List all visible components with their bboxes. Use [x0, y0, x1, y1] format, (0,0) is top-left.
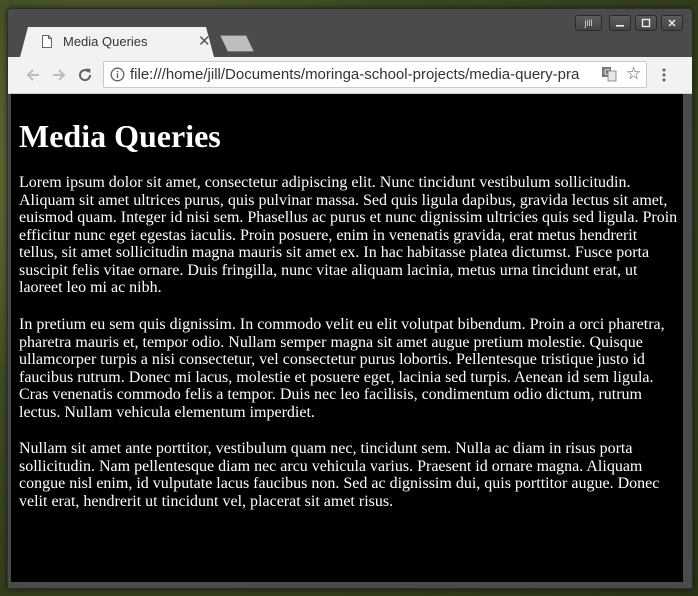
- paragraph-3: Nullam sit amet ante porttitor, vestibul…: [19, 440, 660, 510]
- tab-close-icon[interactable]: ✕: [198, 32, 211, 50]
- url-text[interactable]: file:///home/jill/Documents/moringa-scho…: [130, 66, 595, 83]
- maximize-button[interactable]: [635, 15, 657, 31]
- close-icon: [668, 19, 676, 27]
- minimize-button[interactable]: [609, 15, 631, 31]
- forward-arrow-icon: [53, 69, 66, 81]
- reload-button[interactable]: [74, 64, 96, 86]
- page-icon: [42, 35, 52, 48]
- close-window-button[interactable]: [661, 15, 683, 31]
- star-icon[interactable]: ☆: [626, 64, 641, 84]
- page-title: Media Queries: [19, 118, 221, 154]
- menu-dots-icon[interactable]: [656, 67, 672, 83]
- paragraph-1: Lorem ipsum dolor sit amet, consectetur …: [19, 174, 678, 296]
- new-tab-button[interactable]: [220, 35, 254, 52]
- forward-button[interactable]: [48, 64, 70, 86]
- user-profile-button[interactable]: jill: [575, 15, 602, 31]
- back-arrow-icon: [26, 69, 39, 81]
- page-content: Media Queries Lorem ipsum dolor sit amet…: [11, 94, 683, 582]
- title-bar: Media Queries ✕ jill: [8, 9, 692, 57]
- user-label: jill: [584, 18, 593, 28]
- address-bar[interactable]: file:///home/jill/Documents/moringa-scho…: [103, 61, 647, 88]
- reload-icon: [79, 68, 92, 82]
- browser-toolbar: file:///home/jill/Documents/moringa-scho…: [8, 57, 692, 94]
- tab-media-queries[interactable]: Media Queries ✕: [20, 27, 214, 57]
- info-icon[interactable]: [110, 67, 125, 82]
- translate-icon[interactable]: G: [601, 66, 617, 82]
- back-button[interactable]: [22, 64, 44, 86]
- paragraph-2: In pretium eu sem quis dignissim. In com…: [19, 316, 665, 421]
- tab-title: Media Queries: [63, 34, 148, 49]
- maximize-icon: [641, 18, 651, 28]
- minimize-icon: [616, 25, 624, 27]
- browser-window: Media Queries ✕ jill file:///home/jill/D…: [7, 8, 693, 589]
